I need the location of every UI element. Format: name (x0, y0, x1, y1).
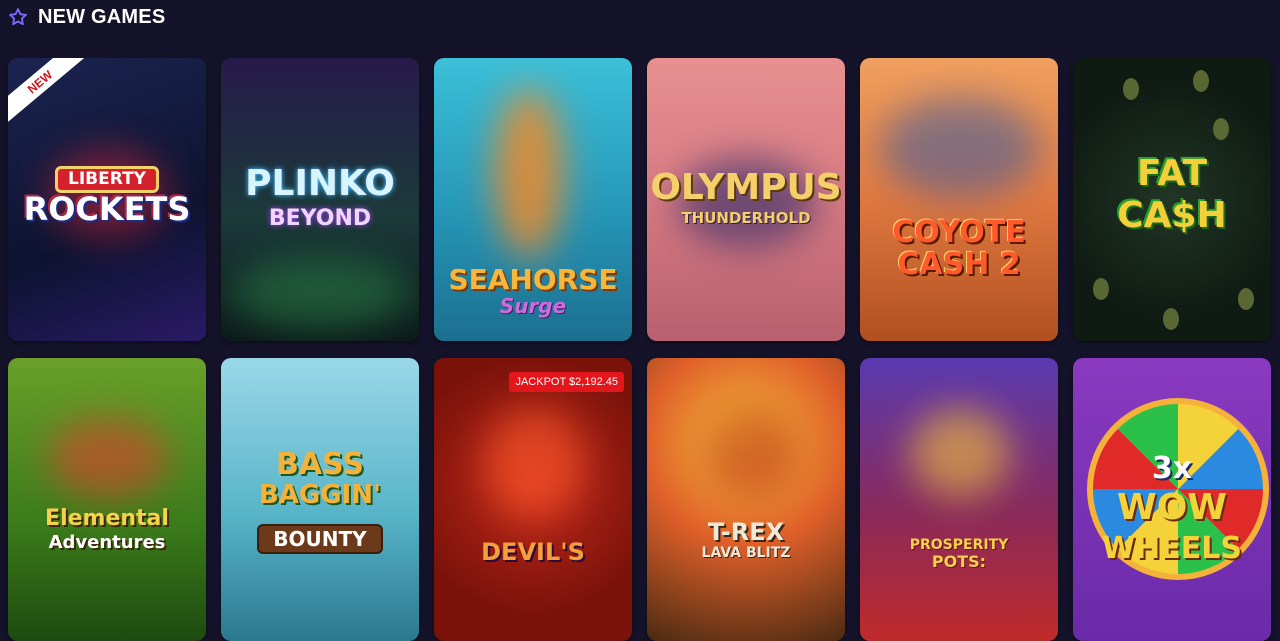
game-logo-line: POTS: (931, 552, 987, 571)
game-logo-line: SEAHORSE (448, 263, 618, 296)
game-logo-line: COYOTE (892, 215, 1026, 250)
game-tile-prosperity-pots[interactable]: PROSPERITY POTS: (860, 358, 1058, 641)
section-header: NEW GAMES (8, 4, 165, 30)
game-tile-t-rex-lava-blitz[interactable]: T-REX LAVA BLITZ (647, 358, 845, 641)
game-logo-line: FAT (1136, 153, 1208, 194)
game-logo-line: BAGGIN' (258, 480, 381, 510)
star-icon (9, 8, 27, 26)
game-logo-line: LIBERTY (55, 166, 159, 193)
game-logo-line: BOUNTY (257, 524, 383, 554)
game-tile-3x-wow-wheels[interactable]: 3x WOW WHEELS (1073, 358, 1271, 641)
game-logo-line: Elemental (45, 506, 169, 531)
game-logo-line: Adventures (48, 532, 166, 553)
game-logo-line: ROCKETS (23, 190, 191, 228)
section-title: NEW GAMES (38, 5, 166, 28)
game-logo-line: LAVA BLITZ (701, 545, 791, 561)
game-logo-line: BEYOND (268, 206, 372, 231)
game-logo-line: PROSPERITY (909, 537, 1009, 553)
game-tile-devils[interactable]: JACKPOT $2,192.45 DEVIL'S (434, 358, 632, 641)
game-tile-fat-cash[interactable]: FAT CA$H (1073, 58, 1271, 341)
game-logo-line: DEVIL'S (481, 538, 585, 566)
game-logo-line: T-REX (707, 518, 785, 546)
game-logo-line: CA$H (1117, 195, 1227, 236)
game-logo-line: OLYMPUS (650, 167, 842, 208)
game-tile-liberty-rockets[interactable]: LIBERTY ROCKETS NEW (8, 58, 206, 341)
game-logo-line: BASS (276, 447, 364, 482)
game-tile-plinko-beyond[interactable]: PLINKO BEYOND (221, 58, 419, 341)
new-badge: NEW (8, 58, 93, 129)
game-logo-line: 3x (1151, 451, 1193, 486)
game-tile-seahorse-surge[interactable]: SEAHORSE Surge (434, 58, 632, 341)
game-logo-line: WOW (1116, 487, 1228, 528)
game-logo-line: PLINKO (245, 163, 395, 204)
game-logo-line: CASH 2 (897, 247, 1021, 282)
game-tile-bass-baggin-bounty[interactable]: BASS BAGGIN' BOUNTY (221, 358, 419, 641)
game-logo-line: THUNDERHOLD (681, 209, 811, 227)
game-tile-coyote-cash-2[interactable]: COYOTE CASH 2 (860, 58, 1058, 341)
game-tile-olympus-thunderhold[interactable]: OLYMPUS THUNDERHOLD (647, 58, 845, 341)
game-logo-line: Surge (499, 294, 567, 318)
jackpot-badge: JACKPOT $2,192.45 (509, 372, 624, 392)
game-tile-elemental-adventures[interactable]: Elemental Adventures (8, 358, 206, 641)
game-logo-line: WHEELS (1102, 531, 1242, 566)
